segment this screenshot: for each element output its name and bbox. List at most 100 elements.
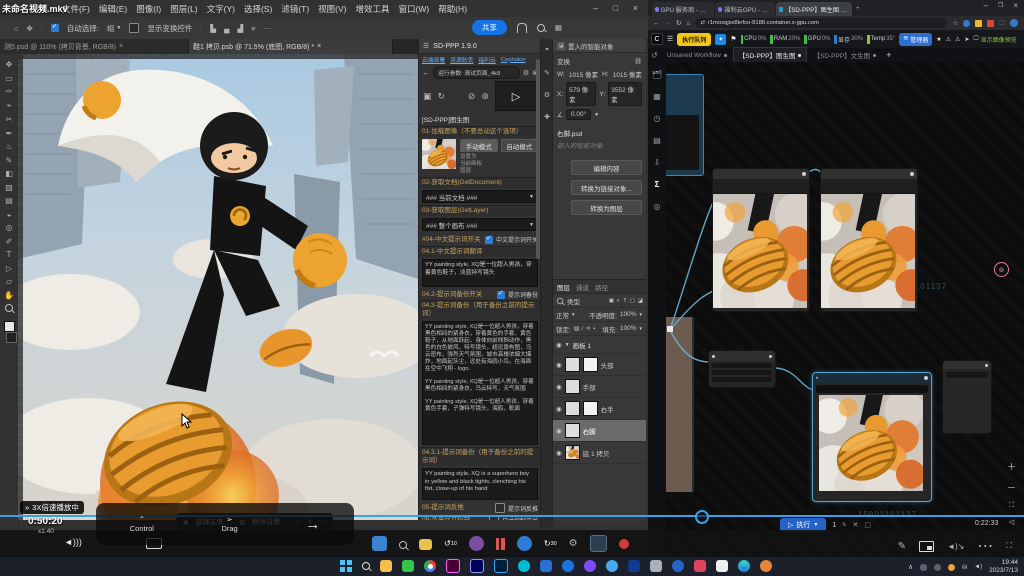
- auto-select-dropdown[interactable]: 组▼: [107, 23, 121, 34]
- link-dimensions-icon[interactable]: ⛓: [634, 58, 642, 65]
- browser-back-icon[interactable]: ←: [653, 20, 660, 27]
- share-button[interactable]: 共享: [472, 20, 507, 35]
- refresh-icon[interactable]: ↻: [438, 91, 446, 102]
- queue-history-icon[interactable]: ◷: [654, 114, 661, 123]
- player-folder-icon[interactable]: [419, 539, 432, 550]
- sdppp-logo-icon[interactable]: Σ: [655, 180, 660, 189]
- angle-value[interactable]: 0.00°: [566, 109, 591, 120]
- image-node-a[interactable]: [712, 168, 810, 312]
- player-thumbnail-icon[interactable]: [372, 536, 387, 551]
- gradient-tool-icon[interactable]: ▤: [5, 196, 13, 205]
- pause-button[interactable]: [496, 538, 505, 550]
- tray-icon-1[interactable]: [920, 564, 927, 571]
- fullscreen-icon[interactable]: ⛶: [1006, 541, 1012, 551]
- x-value[interactable]: 579 像素: [566, 82, 596, 106]
- eraser-tool-icon[interactable]: ▧: [5, 183, 13, 192]
- taskbar-app-shield[interactable]: [562, 560, 574, 572]
- search-icon[interactable]: [537, 24, 545, 32]
- bookmark-icon[interactable]: ⚑: [730, 35, 736, 43]
- menu-image[interactable]: 图像(I): [136, 3, 161, 15]
- node-a-preview-image[interactable]: [713, 194, 807, 308]
- taskbar-app-orange[interactable]: [760, 560, 772, 572]
- taskbar-search-icon[interactable]: [362, 562, 370, 570]
- layer-row-hand[interactable]: ◉ 手部: [553, 376, 646, 398]
- h-value[interactable]: 1015 像素: [613, 69, 642, 79]
- layer-row-right-hand[interactable]: ◉ 右手: [553, 398, 646, 420]
- cancel-icon[interactable]: ⊛: [481, 91, 489, 102]
- taskbar-app-white[interactable]: [716, 560, 728, 572]
- player-app-icon-purple[interactable]: [469, 536, 484, 551]
- bookmark-star-icon[interactable]: ☆: [952, 19, 958, 27]
- shape-tool-icon[interactable]: ▱: [6, 277, 12, 286]
- sdppp-panel-tab[interactable]: ☰ SD-PPP 1.9.0: [419, 39, 541, 54]
- address-bar[interactable]: ⇄ r1mosqjsx8krfco-8188.container.x-gpu.c…: [695, 18, 947, 28]
- profile-avatar[interactable]: [1010, 19, 1018, 27]
- lock-pixels-icon[interactable]: ∕: [582, 326, 583, 332]
- home-icon[interactable]: ⌂: [14, 24, 19, 33]
- show-transform-checkbox[interactable]: [129, 23, 139, 33]
- filter-smartobj-icon[interactable]: ◪: [638, 298, 643, 304]
- workflow-tab-img2img-active[interactable]: 【SD-PPP】图生图: [733, 47, 808, 63]
- link-backup[interactable]: 资源防丢: [450, 55, 473, 64]
- ps-maximize-button[interactable]: ▢: [612, 4, 619, 12]
- w-value[interactable]: 1015 像素: [569, 69, 598, 79]
- add-panel-icon[interactable]: ✚: [544, 113, 550, 121]
- taskbar-app-red[interactable]: [694, 560, 706, 572]
- visibility-eye-icon[interactable]: ◉: [556, 449, 562, 457]
- tray-icon-3[interactable]: [948, 564, 955, 571]
- backup-en-textarea[interactable]: YY painting style, XQ is a superhero boy…: [422, 468, 538, 500]
- forward-30-button[interactable]: ↻30: [544, 539, 557, 548]
- taskbar-app-grey[interactable]: [650, 560, 662, 572]
- foreground-color-swatch[interactable]: [4, 321, 15, 332]
- warning-icon[interactable]: ⚠: [946, 36, 951, 43]
- browser-reload-icon[interactable]: ↻: [676, 19, 681, 27]
- taskbar-app-word[interactable]: [628, 560, 640, 572]
- node-d-preview-image[interactable]: [819, 395, 923, 491]
- manager-button[interactable]: ⚒管理器: [899, 33, 932, 46]
- tab-paths[interactable]: 路径: [595, 282, 608, 292]
- more-options-icon[interactable]: ⋯: [264, 24, 272, 33]
- tab-layers[interactable]: 图层: [557, 282, 570, 292]
- preview-toggle[interactable]: 🖵显示图像预览: [973, 35, 1016, 44]
- taskbar-app-blue2[interactable]: [672, 560, 684, 572]
- lock-position-icon[interactable]: ✛: [586, 326, 591, 332]
- browser-tab-1[interactable]: GPU 服务商 - 福利云 30...: [652, 2, 714, 16]
- taskbar-app-chrome[interactable]: [424, 560, 436, 572]
- select-mode-button[interactable]: ◁: [1009, 518, 1014, 526]
- type-tool-icon[interactable]: T: [7, 250, 12, 259]
- run-workflow-button[interactable]: ▷: [495, 81, 537, 111]
- workspace-switcher-icon[interactable]: ▦: [555, 23, 562, 32]
- menu-edit[interactable]: 编辑(E): [99, 3, 127, 15]
- dodge-tool-icon[interactable]: ◎: [6, 223, 13, 232]
- extension-ai-icon[interactable]: [975, 20, 982, 27]
- tab-channels[interactable]: 通道: [576, 282, 589, 292]
- comfyui-logo[interactable]: C: [651, 33, 663, 45]
- workflow-tab-txt2img[interactable]: 【SD-PPP】文生图: [808, 48, 881, 62]
- annotate-pencil-icon[interactable]: ✎: [898, 541, 906, 552]
- cn-prompt-checkbox[interactable]: [485, 236, 493, 244]
- rewind-10-button[interactable]: ↺10: [444, 539, 457, 548]
- link-cephalon[interactable]: Cephalon: [501, 57, 526, 63]
- heal-tool-icon[interactable]: ♨: [5, 142, 12, 151]
- player-app-icon-blue[interactable]: [517, 536, 532, 551]
- extension-g-icon[interactable]: [963, 20, 970, 27]
- blur-tool-icon[interactable]: ◒: [7, 210, 12, 219]
- menu-type[interactable]: 文字(Y): [207, 3, 235, 15]
- load-image-thumbnail[interactable]: [422, 139, 456, 169]
- menu-layer[interactable]: 图层(L): [170, 3, 197, 15]
- pen-tool-icon[interactable]: ✐: [6, 237, 13, 246]
- menu-view[interactable]: 视图(V): [318, 3, 346, 15]
- record-button[interactable]: [619, 539, 629, 549]
- layer-row-base-copy[interactable]: ◉ 底 1 拷贝: [553, 442, 646, 464]
- interrogate-checkbox[interactable]: [495, 503, 505, 513]
- workflow-tab-unsaved[interactable]: Unsaved Workflow: [662, 48, 732, 62]
- taskbar-app-xd[interactable]: [446, 559, 460, 573]
- visibility-eye-icon[interactable]: ◉: [556, 427, 562, 435]
- workflows-icon[interactable]: 🗂: [652, 70, 662, 79]
- taskbar-app-teal[interactable]: [518, 560, 530, 572]
- filter-pixel-icon[interactable]: ▣: [609, 298, 614, 304]
- save-icon[interactable]: ▣: [423, 91, 432, 102]
- browser-home-icon[interactable]: ⌂: [686, 20, 690, 27]
- back-icon[interactable]: ←: [422, 68, 430, 77]
- sampler-node[interactable]: [708, 350, 776, 388]
